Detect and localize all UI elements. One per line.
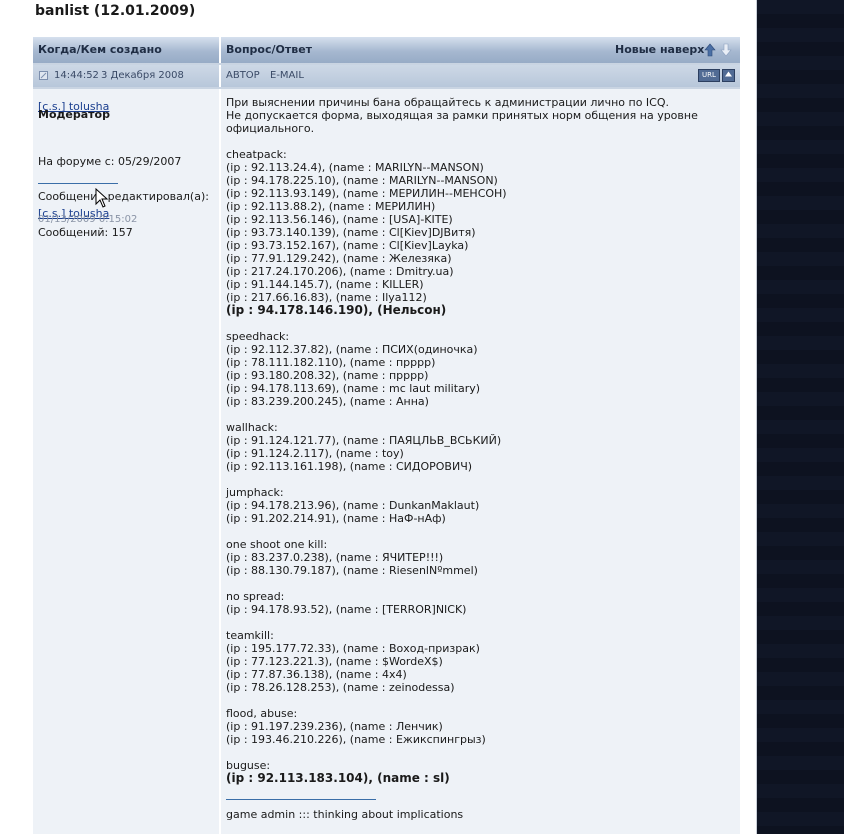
ban-section: one shoot one kill: (ip : 83.237.0.238), …	[226, 538, 731, 577]
table-header: Когда/Кем создано Вопрос/Ответ Новые нав…	[33, 37, 740, 63]
ban-section: teamkill: (ip : 195.177.72.33), (name : В…	[226, 629, 731, 694]
section-title: flood, abuse:	[226, 707, 298, 720]
ban-entry: (ip : 83.239.200.245), (name : Анна)	[226, 395, 429, 408]
post-signature-divider	[226, 799, 376, 800]
url-button[interactable]: URL	[698, 69, 720, 82]
ban-entry-bold: (ip : 94.178.146.190), (Нельсон)	[226, 303, 447, 317]
page-title: banlist (12.01.2009)	[35, 3, 196, 19]
ban-entry: (ip : 93.180.208.32), (name : прррр)	[226, 369, 429, 382]
ban-entry: (ip : 92.112.37.82), (name : ПСИХ(одиноч…	[226, 343, 478, 356]
post-link-icon[interactable]	[39, 71, 48, 80]
ban-entry: (ip : 93.73.152.167), (name : Cl[Kiev]La…	[226, 239, 469, 252]
ban-entry: (ip : 91.202.214.91), (name : НаФ-нАф)	[226, 512, 446, 525]
post-body: При выяснении причины бана обращайтесь к…	[221, 89, 740, 834]
ban-entry: (ip : 93.73.140.139), (name : Cl[Kiev]DJ…	[226, 226, 476, 239]
section-title: wallhack:	[226, 421, 278, 434]
scroll-top-button[interactable]	[722, 69, 735, 82]
ban-section: jumphack: (ip : 94.178.213.96), (name : D…	[226, 486, 731, 525]
author-link[interactable]: АВТОР	[226, 70, 260, 81]
post-signature: game admin ::: thinking about implicatio…	[226, 808, 464, 821]
ban-entry: (ip : 94.178.93.52), (name : [TERROR]NIC…	[226, 603, 467, 616]
arrow-down-icon[interactable]	[720, 43, 732, 57]
post-date: 3 Декабря 2008	[101, 70, 184, 81]
ban-entry: (ip : 217.24.170.206), (name : Dmitry.ua…	[226, 265, 454, 278]
ban-section: speedhack: (ip : 92.112.37.82), (name : П…	[226, 330, 731, 408]
ban-entry: (ip : 91.124.121.77), (name : ПАЯЦЛЬВ_ВС…	[226, 434, 502, 447]
intro-line-1: При выяснении причины бана обращайтесь к…	[226, 96, 669, 109]
forum-page: banlist (12.01.2009) Когда/Кем создано В…	[0, 0, 757, 834]
ban-sections: cheatpack: (ip : 92.113.24.4), (name : MA…	[226, 148, 731, 746]
ban-entry: (ip : 92.113.56.146), (name : [USA]-KITE…	[226, 213, 453, 226]
header-left-cell: Когда/Кем создано	[33, 37, 221, 63]
ban-entry: (ip : 91.197.239.236), (name : Ленчик)	[226, 720, 443, 733]
post-content: При выяснении причины бана обращайтесь к…	[226, 96, 731, 821]
ban-entry: (ip : 94.178.213.96), (name : DunkanMakl…	[226, 499, 480, 512]
header-right-label: Вопрос/Ответ	[226, 43, 313, 56]
author-role: Модератор	[38, 108, 110, 121]
mouse-cursor-icon	[95, 188, 109, 208]
post-meta-row: 14:44:52 3 Декабря 2008 АВТОР E-MAIL URL	[33, 65, 740, 87]
page-background	[756, 0, 844, 834]
section-title: no spread:	[226, 590, 285, 603]
ban-entry: (ip : 77.91.129.242), (name : Железяка)	[226, 252, 452, 265]
sort-newest-first-link[interactable]: Новые наверх	[615, 43, 704, 56]
ban-entry: (ip : 77.123.221.3), (name : $WordeX$)	[226, 655, 443, 668]
section-title: jumphack:	[226, 486, 284, 499]
ban-section: wallhack: (ip : 91.124.121.77), (name : П…	[226, 421, 731, 473]
ban-entry: (ip : 91.124.2.117), (name : toy)	[226, 447, 404, 460]
author-panel: [c.s.] tolusha Модератор На форуме с: 05…	[33, 89, 221, 834]
ban-section: flood, abuse: (ip : 91.197.239.236), (nam…	[226, 707, 731, 746]
ban-entry: (ip : 88.130.79.187), (name : RiesenlNºm…	[226, 564, 478, 577]
post-meta-left: 14:44:52 3 Декабря 2008	[33, 65, 221, 87]
section-title: speedhack:	[226, 330, 290, 343]
buguse-line: (ip : 92.113.183.104), (name : sl)	[226, 771, 450, 785]
ban-entry: (ip : 91.144.145.7), (name : KILLER)	[226, 278, 424, 291]
post-table: Когда/Кем создано Вопрос/Ответ Новые нав…	[33, 37, 740, 834]
forum-since: На форуме с: 05/29/2007	[38, 155, 182, 168]
arrow-up-icon[interactable]	[704, 43, 716, 57]
ban-entry: (ip : 78.26.128.253), (name : zeinodessa…	[226, 681, 455, 694]
up-small-icon	[725, 71, 732, 77]
ban-entry: (ip : 92.113.93.149), (name : МЕРИЛИН--М…	[226, 187, 507, 200]
post-time: 14:44:52	[54, 70, 99, 81]
ban-section: no spread: (ip : 94.178.93.52), (name : […	[226, 590, 731, 616]
edited-date: 01/13/2009 0:15:02	[38, 214, 138, 225]
section-title: one shoot one kill:	[226, 538, 328, 551]
intro-line-2: Не допускается форма, выходящая за рамки…	[226, 109, 698, 135]
ban-entry: (ip : 92.113.88.2), (name : МЕРИЛИН)	[226, 200, 436, 213]
email-link[interactable]: E-MAIL	[270, 70, 304, 81]
section-title: cheatpack:	[226, 148, 287, 161]
ban-entry: (ip : 94.178.113.69), (name : mc laut mi…	[226, 382, 481, 395]
ban-entry: (ip : 94.178.225.10), (name : MARILYN--M…	[226, 174, 498, 187]
ban-entry: (ip : 78.111.182.110), (name : прррр)	[226, 356, 436, 369]
signature-divider	[38, 183, 118, 184]
section-title: teamkill:	[226, 629, 274, 642]
ban-entry: (ip : 77.87.36.138), (name : 4x4)	[226, 668, 407, 681]
ban-entry: (ip : 195.177.72.33), (name : Воход-приз…	[226, 642, 480, 655]
ban-section: cheatpack: (ip : 92.113.24.4), (name : MA…	[226, 148, 731, 317]
message-count: Сообщений: 157	[38, 226, 133, 239]
header-left-label: Когда/Кем создано	[38, 43, 162, 56]
ban-entry: (ip : 193.46.210.226), (name : Ежикспинг…	[226, 733, 486, 746]
ban-entry: (ip : 92.113.24.4), (name : MARILYN--MAN…	[226, 161, 484, 174]
ban-entry: (ip : 83.237.0.238), (name : ЯЧИТЕР!!!)	[226, 551, 444, 564]
ban-entry: (ip : 92.113.161.198), (name : СИДОРОВИЧ…	[226, 460, 473, 473]
